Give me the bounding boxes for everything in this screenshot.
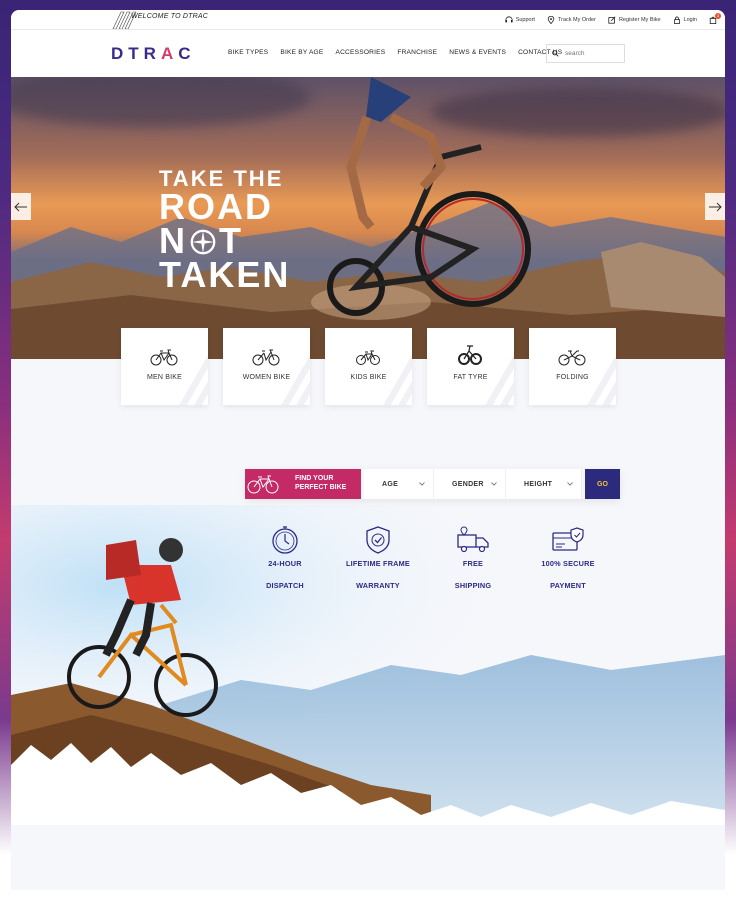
prev-slide-arrow[interactable] (11, 193, 31, 220)
gender-select-label: GENDER (452, 480, 484, 488)
stopwatch-icon (272, 526, 298, 554)
track-order-label: Track My Order (557, 16, 596, 23)
hero-landscape-image (11, 77, 725, 359)
feature-label: FREE SHIPPING (454, 559, 492, 591)
track-order-link[interactable]: Track My Order (547, 15, 596, 24)
feature-secure-payment: 100% SECURE PAYMENT (528, 525, 608, 590)
feature-24h-dispatch: 24-HOUR DISPATCH (245, 525, 325, 590)
hero-banner: TAKE THE ROAD NT TAKEN (11, 77, 725, 359)
bicycle-icon (252, 349, 280, 366)
delivery-truck-icon (457, 526, 489, 553)
next-slide-arrow[interactable] (705, 193, 725, 220)
feature-label: LIFETIME FRAME WARRANTY (345, 559, 410, 591)
feature-lifetime-warranty: LIFETIME FRAME WARRANTY (338, 525, 418, 590)
welcome-text: WELCOME TO DTRAC (131, 13, 208, 20)
category-label: WOMEN BIKE (242, 374, 291, 381)
logo-part-3: C (178, 44, 196, 63)
top-bar: WELCOME TO DTRAC Support Track My Order … (11, 10, 725, 30)
lock-icon (673, 16, 680, 24)
category-label: KIDS BIKE (350, 374, 387, 381)
go-button[interactable]: GO (585, 469, 620, 499)
dtrac-logo[interactable]: DTRAC (111, 44, 196, 64)
bicycle-icon (356, 350, 380, 365)
height-select[interactable]: HEIGHT (506, 469, 582, 499)
location-pin-icon (547, 15, 555, 24)
bicycle-icon (247, 475, 279, 494)
hero-headline: TAKE THE ROAD NT TAKEN (159, 168, 291, 296)
feature-free-shipping: FREE SHIPPING (433, 525, 513, 590)
menu-news-events[interactable]: NEWS & EVENTS (449, 49, 506, 56)
main-menu: BIKE TYPES BIKE BY AGE ACCESSORIES FRANC… (228, 49, 562, 56)
search-icon[interactable] (552, 50, 559, 57)
support-label: Support (515, 16, 535, 23)
logo-part-1: DTR (111, 44, 161, 63)
login-label: Login (683, 16, 697, 23)
login-link[interactable]: Login (673, 16, 697, 24)
hero-line-3: NT (159, 220, 243, 262)
menu-accessories[interactable]: ACCESSORIES (336, 49, 386, 56)
gender-select[interactable]: GENDER (434, 469, 506, 499)
secure-card-icon (552, 527, 584, 551)
cart-button[interactable]: 3 (709, 12, 721, 24)
search-input[interactable] (563, 49, 622, 58)
edit-icon (608, 16, 616, 24)
category-label: MEN BIKE (146, 374, 183, 381)
shield-check-icon (366, 526, 390, 554)
chevron-down-icon (567, 482, 573, 486)
category-fat-tyre[interactable]: FAT TYRE (427, 328, 514, 405)
chevron-down-icon (491, 482, 497, 486)
register-bike-link[interactable]: Register My Bike (608, 16, 661, 24)
feature-label: 24-HOUR DISPATCH (266, 559, 304, 591)
main-navigation: DTRAC BIKE TYPES BIKE BY AGE ACCESSORIES… (11, 30, 725, 77)
age-select-label: AGE (382, 480, 399, 488)
category-men-bike[interactable]: MEN BIKE (121, 328, 208, 405)
category-cards: MEN BIKE WOMEN BIKE KIDS BIKE FAT TYRE F… (121, 328, 616, 405)
category-folding[interactable]: FOLDING (529, 328, 616, 405)
hero-line-4: TAKEN (159, 254, 291, 296)
category-label: FAT TYRE (453, 374, 488, 381)
finder-title: FIND YOUR PERFECT BIKE (295, 475, 347, 491)
bike-finder-bar: FIND YOUR PERFECT BIKE AGE GENDER HEIGHT … (245, 469, 620, 499)
top-links: Support Track My Order Register My Bike … (505, 12, 721, 27)
page-frame: WELCOME TO DTRAC Support Track My Order … (11, 10, 725, 890)
bicycle-icon (150, 349, 178, 366)
menu-franchise[interactable]: FRANCHISE (397, 49, 437, 56)
feature-label: 100% SECURE PAYMENT (541, 559, 595, 591)
support-link[interactable]: Support (505, 15, 535, 24)
menu-bike-types[interactable]: BIKE TYPES (228, 49, 268, 56)
arrow-left-icon (14, 202, 27, 211)
fat-tyre-bike-icon (458, 345, 482, 365)
category-label: FOLDING (556, 374, 589, 381)
mountain-biker-scene-image (11, 505, 725, 825)
menu-bike-by-age[interactable]: BIKE BY AGE (280, 49, 323, 56)
logo-part-2: A (160, 44, 179, 63)
headset-icon (505, 15, 513, 22)
finder-label: FIND YOUR PERFECT BIKE (245, 469, 361, 499)
folding-bike-icon (558, 350, 586, 366)
compass-icon (190, 229, 216, 255)
cart-count-badge: 3 (715, 12, 721, 19)
arrow-right-icon (709, 202, 722, 211)
search-box (546, 44, 625, 63)
category-kids-bike[interactable]: KIDS BIKE (325, 328, 412, 405)
age-select[interactable]: AGE (364, 469, 434, 499)
category-women-bike[interactable]: WOMEN BIKE (223, 328, 310, 405)
hero-line-2: ROAD (159, 185, 273, 227)
height-select-label: HEIGHT (524, 480, 553, 488)
chevron-down-icon (419, 482, 425, 486)
register-bike-label: Register My Bike (618, 16, 661, 23)
